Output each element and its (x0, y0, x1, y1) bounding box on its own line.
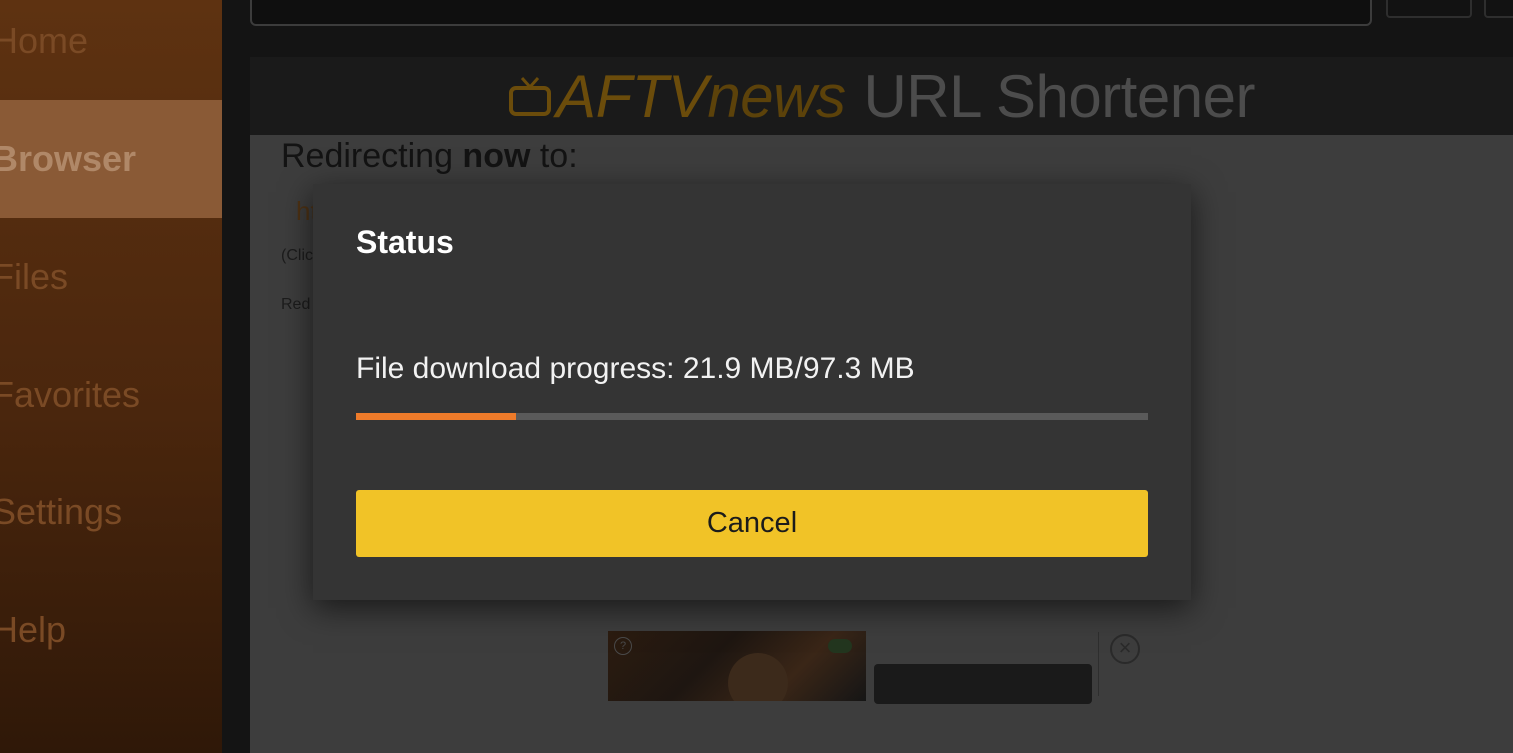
redirect-suffix: to: (530, 137, 578, 175)
download-progress-text: File download progress: 21.9 MB/97.3 MB (356, 352, 915, 385)
close-icon[interactable]: × (1110, 634, 1140, 664)
redirect-bold: now (462, 137, 531, 175)
brand-news: news (707, 62, 846, 130)
brand-name: AFTV (556, 62, 708, 130)
redirect-note: Red (281, 296, 311, 313)
toolbar-button[interactable] (1484, 0, 1513, 18)
page-banner: AFTV news URL Shortener (250, 57, 1513, 135)
cancel-button[interactable]: Cancel (356, 490, 1148, 557)
sidebar-item-home[interactable]: Home (0, 0, 222, 100)
sidebar-item-help[interactable]: Help (0, 571, 222, 689)
toolbar-button[interactable] (1386, 0, 1472, 18)
sidebar-item-label: Favorites (0, 374, 141, 415)
sidebar-item-browser[interactable]: Browser (0, 100, 222, 218)
sidebar-item-settings[interactable]: Settings (0, 453, 222, 571)
dialog-title: Status (356, 224, 454, 260)
sidebar-nav: Home Browser Files Favorites Settings He… (0, 0, 222, 753)
url-bar[interactable] (250, 0, 1372, 26)
redirect-text: Redirecting now to: (281, 137, 578, 176)
sidebar-item-label: Settings (0, 491, 123, 532)
ad-button[interactable] (874, 664, 1092, 704)
click-note: (Clic (281, 247, 313, 264)
status-dialog: Status File download progress: 21.9 MB/9… (313, 184, 1191, 600)
help-icon[interactable]: ? (614, 637, 632, 655)
page-title: URL Shortener (863, 62, 1255, 130)
ad-divider (1098, 632, 1099, 696)
redirect-prefix: Redirecting (281, 137, 463, 175)
ad-banner[interactable]: ? (608, 631, 866, 701)
sidebar-item-label: Files (0, 256, 69, 297)
download-progress-fill (356, 413, 516, 420)
sidebar-item-files[interactable]: Files (0, 218, 222, 336)
sidebar-item-label: Help (0, 609, 67, 650)
sidebar-item-label: Home (0, 20, 89, 61)
tv-icon (509, 77, 552, 116)
ad-badge-icon (828, 639, 852, 653)
download-progress-bar (356, 413, 1148, 420)
sidebar-item-favorites[interactable]: Favorites (0, 336, 222, 454)
sidebar-item-label: Browser (0, 138, 137, 179)
ad-image (728, 653, 788, 701)
